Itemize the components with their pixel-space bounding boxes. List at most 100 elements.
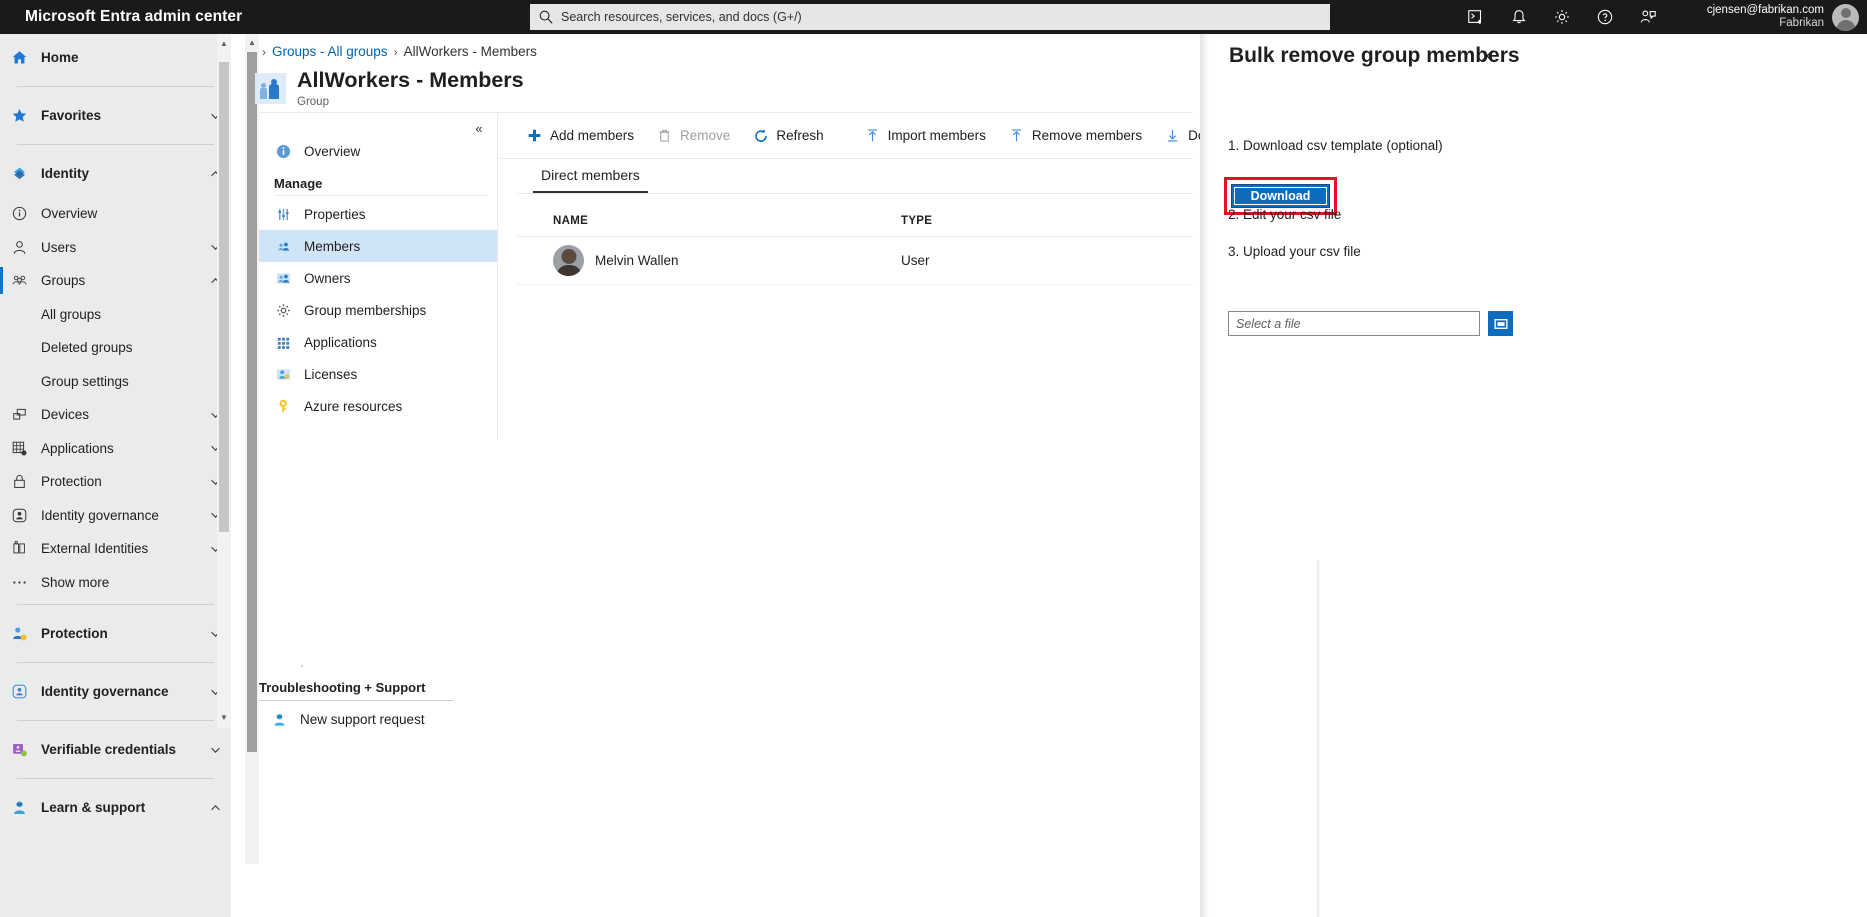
- global-search-input[interactable]: Search resources, services, and docs (G+…: [530, 4, 1330, 30]
- sidebar-item-groups[interactable]: Groups: [0, 264, 231, 298]
- sliders-icon: [274, 206, 292, 222]
- sidebar-scroll-thumb[interactable]: [219, 62, 229, 532]
- bulk-remove-panel: Bulk remove group members 1. Download cs…: [1200, 34, 1867, 917]
- remove-label: Remove: [680, 128, 731, 143]
- sidebar-item-protection[interactable]: Protection: [0, 610, 231, 657]
- scroll-down-arrow-icon[interactable]: ▼: [217, 710, 231, 724]
- sidebar-item-overview[interactable]: Overview: [0, 197, 231, 231]
- step1-label: 1. Download csv template (optional): [1228, 138, 1443, 153]
- gear-icon: [274, 302, 292, 318]
- troubleshooting-support-block: Troubleshooting + Support New support re…: [259, 680, 509, 734]
- blade-menu-item-licenses[interactable]: Licenses: [259, 358, 497, 390]
- column-header-type[interactable]: TYPE: [901, 215, 1101, 227]
- sidebar-item-identity-governance[interactable]: Identity governance: [0, 668, 231, 715]
- feedback-smiley-icon[interactable]: [1639, 8, 1657, 26]
- sidebar-item-protection[interactable]: Protection: [0, 465, 231, 499]
- blade-menu-item-members[interactable]: Members: [259, 230, 497, 262]
- blade-menu-item-azure-resources[interactable]: Azure resources: [259, 390, 497, 422]
- sidebar-item-identity-governance[interactable]: Identity governance: [0, 499, 231, 533]
- add-members-button[interactable]: Add members: [515, 120, 645, 152]
- sidebar-item-label: Overview: [41, 206, 98, 222]
- remove-members-button[interactable]: Remove members: [997, 120, 1153, 152]
- download-button[interactable]: Download: [1231, 184, 1330, 208]
- import-members-button[interactable]: Import members: [853, 120, 997, 152]
- blade-menu-item-applications[interactable]: Applications: [259, 326, 497, 358]
- sidebar-item-deleted-groups[interactable]: Deleted groups: [0, 331, 231, 365]
- blade-scroll-up-icon[interactable]: ▲: [245, 35, 259, 49]
- blade-menu-item-owners[interactable]: Owners: [259, 262, 497, 294]
- blade-menu-section-divider: [274, 195, 487, 196]
- sidebar-item-external-identities[interactable]: External Identities: [0, 532, 231, 566]
- help-question-icon[interactable]: [1596, 8, 1614, 26]
- table-body: Melvin Wallen User: [517, 237, 1193, 285]
- sidebar-item-verifiable-credentials[interactable]: Verifiable credentials: [0, 726, 231, 773]
- file-upload-row: Select a file: [1228, 311, 1513, 336]
- groups-icon: [8, 272, 30, 290]
- refresh-label: Refresh: [776, 128, 824, 143]
- sidebar-item-label: Devices: [41, 407, 90, 423]
- refresh-button[interactable]: Refresh: [741, 120, 834, 152]
- blade-menu-item-properties[interactable]: Properties: [259, 198, 497, 230]
- top-header-bar: Microsoft Entra admin center Search reso…: [0, 0, 1867, 34]
- sidebar-item-applications[interactable]: Applications: [0, 432, 231, 466]
- sidebar-item-all-groups[interactable]: All groups: [0, 298, 231, 332]
- sidebar-item-home[interactable]: Home: [0, 34, 231, 81]
- sidebar-item-group-settings[interactable]: Group settings: [0, 365, 231, 399]
- breadcrumb-link-all-groups[interactable]: Groups - All groups: [272, 44, 388, 59]
- header-icon-group: [1467, 0, 1657, 34]
- user-photo-avatar: [553, 245, 584, 276]
- command-bar: Add members Remove Refresh Import member…: [499, 113, 1233, 159]
- blade-menu-item-overview[interactable]: Overview: [259, 135, 497, 167]
- member-name[interactable]: Melvin Wallen: [595, 253, 679, 268]
- blade-menu-item-group-memberships[interactable]: Group memberships: [259, 294, 497, 326]
- blade-menu-item-label: Members: [304, 238, 361, 254]
- chevron-down-icon[interactable]: [205, 744, 225, 756]
- info-circle-icon: [274, 143, 292, 159]
- table-row[interactable]: Melvin Wallen User: [517, 237, 1193, 285]
- column-header-name[interactable]: NAME: [553, 215, 901, 227]
- applications-grid-icon: [8, 439, 30, 457]
- close-x-icon[interactable]: [1474, 43, 1500, 69]
- sidebar-item-identity[interactable]: Identity: [0, 150, 231, 197]
- tab-direct-members[interactable]: Direct members: [533, 159, 648, 193]
- ellipsis-icon: [8, 573, 30, 591]
- account-menu[interactable]: cjensen@fabrikan.com Fabrikan: [1707, 0, 1859, 34]
- protection-shield-user-icon: [8, 625, 30, 643]
- apps-grid-icon: [274, 334, 292, 350]
- file-path-input[interactable]: Select a file: [1228, 311, 1480, 336]
- cloud-shell-icon[interactable]: [1467, 8, 1485, 26]
- sidebar-item-label: Protection: [41, 474, 102, 490]
- sidebar-item-favorites[interactable]: Favorites: [0, 92, 231, 139]
- remove-members-label: Remove members: [1031, 128, 1143, 143]
- sidebar-item-label: Applications: [41, 440, 114, 456]
- settings-gear-icon[interactable]: [1553, 8, 1571, 26]
- blade-scroll-thumb[interactable]: [247, 52, 257, 752]
- panel-edge-scroll-indicator[interactable]: [1317, 560, 1320, 917]
- sidebar-item-users[interactable]: Users: [0, 231, 231, 265]
- primary-sidebar: Home Favorites Identity Overview Users Groups…: [0, 34, 231, 917]
- sidebar-item-show-more[interactable]: Show more: [0, 566, 231, 600]
- sidebar-item-learn-support[interactable]: Learn & support: [0, 784, 231, 831]
- blade-scrollbar[interactable]: ▲: [245, 34, 259, 864]
- notifications-bell-icon[interactable]: [1510, 8, 1528, 26]
- info-circle-icon: [8, 205, 30, 223]
- sidebar-divider: [17, 604, 214, 605]
- sidebar-item-label: Home: [41, 50, 79, 65]
- scroll-up-arrow-icon[interactable]: ▲: [217, 36, 231, 50]
- table-header-row: NAME TYPE: [517, 205, 1193, 237]
- remove-button: Remove: [645, 120, 741, 152]
- browse-file-button[interactable]: [1488, 311, 1513, 336]
- sidebar-item-devices[interactable]: Devices: [0, 398, 231, 432]
- download-arrow-icon: [1164, 127, 1181, 144]
- breadcrumb-separator-leading: ›: [262, 44, 266, 59]
- learn-support-icon: [8, 799, 30, 817]
- sidebar-divider: [17, 86, 214, 87]
- blade-menu-item-label: Licenses: [304, 366, 358, 382]
- sidebar-item-label: External Identities: [41, 541, 149, 557]
- search-icon: [539, 10, 553, 24]
- new-support-request-item[interactable]: New support request: [259, 704, 509, 734]
- avatar[interactable]: [1832, 3, 1859, 31]
- chevron-up-icon[interactable]: [205, 802, 225, 814]
- sidebar-scrollbar[interactable]: ▲ ▼: [217, 34, 231, 728]
- table-cell-type: User: [901, 253, 930, 268]
